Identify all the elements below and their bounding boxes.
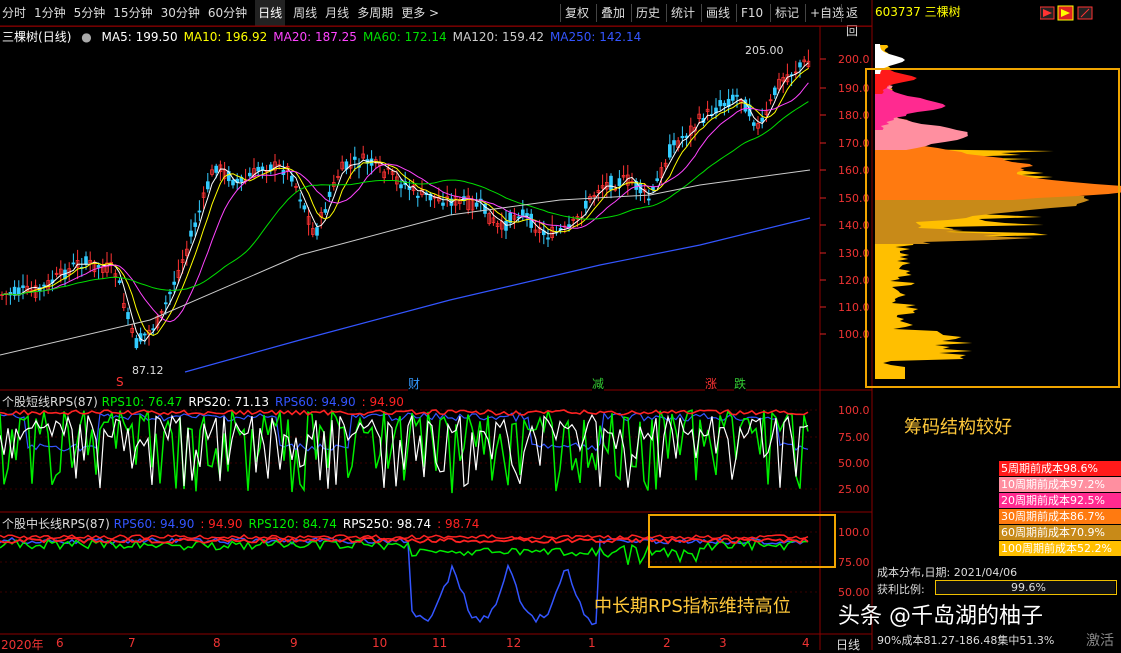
profit-bar: 99.6% [935, 580, 1117, 595]
rps-annotation: 中长期RPS指标维持高位 [594, 596, 791, 617]
cost-date: 成本分布,日期: 2021/04/06 [877, 566, 1018, 579]
time-axis-label-6: 11 [432, 636, 448, 650]
activate-text: 激活 [1086, 633, 1114, 649]
event-mark-1[interactable]: 财 [408, 375, 421, 392]
price-axis-label: 120.0 [838, 274, 870, 287]
cost-row-3: 30周期前成本86.7% [999, 509, 1121, 524]
rps-short-item-0: RPS10: 76.47 [101, 395, 183, 409]
high-price-mark: 205.00 [745, 44, 784, 57]
chip-annotation: 筹码结构较好 [904, 417, 1012, 438]
cost-row-2: 20周期前成本92.5% [999, 493, 1121, 508]
time-axis-label-2: 7 [128, 636, 136, 650]
event-mark-2[interactable]: 减 [592, 375, 605, 392]
price-axis-label: 200.0 [838, 53, 870, 66]
cost-row-5: 100周期前成本52.2% [999, 541, 1121, 556]
rps-short-axis-label: 75.00 [838, 431, 870, 444]
rps-long-axis-label: 100.0 [838, 526, 870, 539]
time-axis-label-11: 4 [802, 636, 810, 650]
cost-range: 90%成本81.27-186.48集中51.3% [877, 634, 1055, 647]
price-axis-label: 190.0 [838, 82, 870, 95]
price-axis-label: 130.0 [838, 247, 870, 260]
time-axis-label-10: 3 [719, 636, 727, 650]
rps-short-item-1: RPS20: 71.13 [188, 395, 269, 409]
rps-short-item-3: : 94.90 [361, 395, 404, 409]
price-axis-label: 110.0 [838, 301, 870, 314]
low-price-mark: 87.12 [132, 364, 164, 377]
time-axis-label-0: 2020年 [1, 638, 44, 652]
rps-long-item-0: RPS60: 94.90 [113, 517, 195, 531]
rps-short-axis-label: 25.00 [838, 483, 870, 496]
rps-long-axis-label: 75.00 [838, 556, 870, 569]
cost-row-0: 5周期前成本98.6% [999, 461, 1121, 476]
rps-long-title: 个股中长线RPS(87) [2, 517, 110, 531]
rps-short-title: 个股短线RPS(87) [2, 395, 98, 409]
event-mark-0[interactable]: S [116, 375, 124, 389]
rps-short-axis-label: 50.00 [838, 457, 870, 470]
price-axis-label: 140.0 [838, 219, 870, 232]
chip-distribution [875, 44, 1121, 379]
profit-label: 获利比例: [877, 583, 925, 596]
rps-short-legend: 个股短线RPS(87) RPS10: 76.47 RPS20: 71.13 RPS6… [2, 393, 410, 410]
rps-long-item-4: : 98.74 [437, 517, 480, 531]
rps-long-legend: 个股中长线RPS(87) RPS60: 94.90 : 94.90 RPS120: … [2, 515, 485, 532]
moving-average-lines [0, 62, 811, 373]
price-axis-label: 170.0 [838, 137, 870, 150]
rps-long-item-2: RPS120: 84.74 [248, 517, 337, 531]
time-axis-label-4: 9 [290, 636, 298, 650]
rps-short-axis-label: 100.0 [838, 404, 870, 417]
price-axis-label: 150.0 [838, 192, 870, 205]
rps-long-item-1: : 94.90 [200, 517, 243, 531]
time-axis-label-1: 6 [56, 636, 64, 650]
profit-value: 99.6% [1011, 581, 1046, 594]
candlestick-series [0, 49, 811, 350]
chart-canvas[interactable]: 200.0 190.0 180.0 170.0 160.0 150.0 140.0 130.0… [0, 0, 1121, 650]
rps-long-item-3: RPS250: 98.74 [342, 517, 432, 531]
event-mark-3[interactable]: 涨 [705, 375, 718, 392]
cost-row-4: 60周期前成本70.9% [999, 525, 1121, 540]
time-axis-label-7: 12 [506, 636, 522, 650]
watermark: 头条 @千岛湖的柚子 [838, 604, 1043, 629]
price-axis-label: 180.0 [838, 109, 870, 122]
rps-short-lines [0, 409, 809, 494]
time-axis-label-3: 8 [213, 636, 221, 650]
event-mark-4[interactable]: 跌 [734, 375, 747, 392]
rps-short-item-2: RPS60: 94.90 [275, 395, 356, 409]
time-axis-label-8: 1 [588, 636, 596, 650]
time-axis-label-5: 10 [372, 636, 388, 650]
price-axis-label: 160.0 [838, 164, 870, 177]
time-axis-label-9: 2 [663, 636, 671, 650]
period-label[interactable]: 日线 [836, 636, 860, 653]
cost-row-1: 10周期前成本97.2% [999, 477, 1121, 492]
price-axis-label: 100.0 [838, 328, 870, 341]
